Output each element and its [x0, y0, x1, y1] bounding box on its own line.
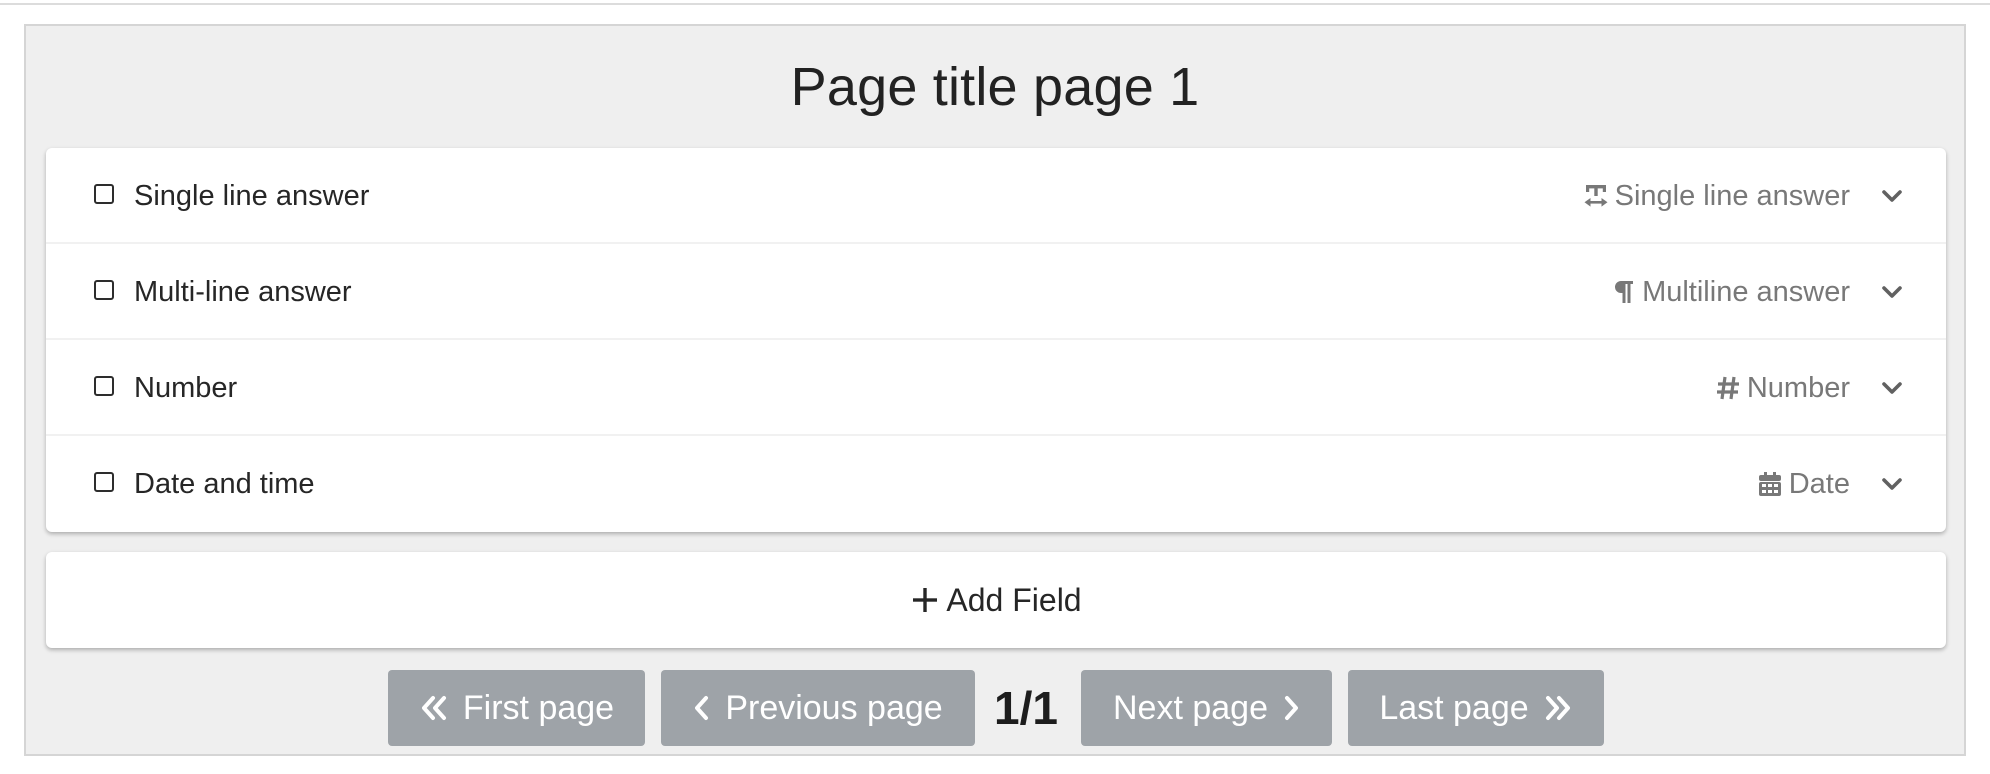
page-indicator: 1/1	[994, 682, 1058, 734]
field-label: Multi-line answer	[134, 276, 352, 308]
previous-page-label: Previous page	[725, 688, 943, 727]
field-row-multi-line[interactable]: Multi-line answer Multiline answer	[46, 244, 1946, 340]
hashtag-icon	[1716, 376, 1739, 400]
chevron-right-icon	[1285, 696, 1298, 720]
chevron-left-icon	[695, 696, 709, 720]
field-checkbox[interactable]	[94, 376, 114, 396]
add-field-button[interactable]: Add Field	[46, 552, 1946, 648]
field-type-label: Multiline answer	[1642, 276, 1850, 308]
field-row-number[interactable]: Number Number	[46, 340, 1946, 436]
field-row-single-line[interactable]: Single line answer Single line answer	[46, 148, 1946, 244]
field-label: Date and time	[134, 468, 315, 500]
page-title: Page title page 1	[790, 57, 1200, 117]
chevron-down-icon[interactable]	[1880, 185, 1904, 207]
top-divider	[0, 3, 1990, 5]
field-type: Date	[1757, 436, 1850, 532]
last-page-label: Last page	[1379, 688, 1529, 727]
field-type: Number	[1715, 340, 1850, 436]
paragraph-icon	[1615, 281, 1634, 303]
field-type: Multiline answer	[1610, 244, 1850, 340]
field-type-label: Number	[1746, 372, 1850, 404]
field-row-date-time[interactable]: Date and time Date	[46, 436, 1946, 532]
field-type-label: Date	[1788, 468, 1850, 500]
field-type-label: Single line answer	[1614, 180, 1850, 212]
double-chevron-right-icon	[1545, 696, 1570, 720]
field-checkbox[interactable]	[94, 280, 114, 300]
chevron-down-icon[interactable]	[1880, 281, 1904, 303]
field-label: Single line answer	[134, 180, 370, 212]
field-type: Single line answer	[1583, 148, 1850, 244]
field-checkbox[interactable]	[94, 472, 114, 492]
field-checkbox[interactable]	[94, 184, 114, 204]
first-page-button[interactable]: First page	[388, 670, 645, 746]
calendar-icon	[1758, 472, 1781, 496]
chevron-down-icon[interactable]	[1880, 473, 1904, 495]
fields-list: Single line answer Single line answer Mu…	[46, 148, 1946, 532]
plus-icon	[913, 588, 938, 612]
next-page-button[interactable]: Next page	[1081, 670, 1332, 746]
previous-page-button[interactable]: Previous page	[661, 670, 975, 746]
chevron-down-icon[interactable]	[1880, 377, 1904, 399]
text-width-icon	[1584, 185, 1608, 207]
double-chevron-left-icon	[421, 696, 446, 720]
field-label: Number	[134, 372, 238, 404]
add-field-label: Add Field	[946, 581, 1082, 618]
first-page-label: First page	[462, 688, 615, 727]
last-page-button[interactable]: Last page	[1348, 670, 1604, 746]
next-page-label: Next page	[1113, 688, 1268, 727]
